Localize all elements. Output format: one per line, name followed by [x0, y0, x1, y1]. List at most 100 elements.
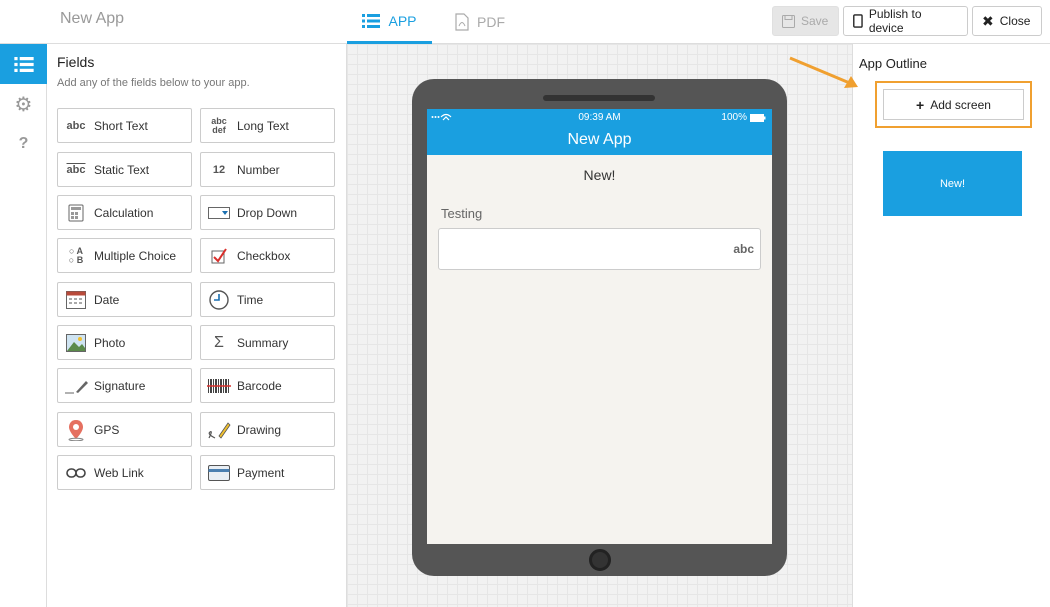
field-drop-down[interactable]: Drop Down — [200, 195, 335, 230]
fields-title: Fields — [57, 54, 95, 70]
field-label: Drawing — [237, 422, 282, 437]
screen-card-label: New! — [939, 177, 966, 190]
credit-card-icon — [201, 464, 237, 481]
tablet-screen: 09:39 AM 100% New App New! Testing abc — [427, 109, 772, 544]
tab-pdf-label: PDF — [477, 14, 505, 30]
battery-icon — [750, 113, 766, 122]
field-photo[interactable]: Photo — [57, 325, 192, 360]
checkbox-icon — [201, 247, 237, 264]
save-label: Save — [801, 14, 829, 28]
field-time[interactable]: Time — [200, 282, 335, 317]
battery-percent: 100% — [721, 112, 747, 123]
calendar-icon — [58, 290, 94, 309]
left-rail: ⚙ ? — [0, 44, 47, 607]
field-web-link[interactable]: Web Link — [57, 455, 192, 490]
field-label: Static Text — [94, 162, 150, 177]
abc-icon: abc — [66, 119, 86, 132]
field-short-text[interactable]: abc Short Text — [57, 108, 192, 143]
field-label: Barcode — [237, 378, 282, 393]
gear-icon: ⚙ — [14, 93, 33, 116]
preview-screen-heading[interactable]: New! — [427, 167, 772, 183]
static-text-icon: abc — [66, 163, 86, 176]
field-multiple-choice[interactable]: ○ A ○ B Multiple Choice — [57, 238, 192, 273]
plus-icon: + — [916, 96, 925, 113]
status-time: 09:39 AM — [578, 112, 621, 123]
pdf-icon — [455, 13, 469, 31]
field-drawing[interactable]: Drawing — [200, 412, 335, 447]
question-icon: ? — [18, 135, 29, 152]
field-label: Time — [237, 292, 264, 307]
fields-subtitle: Add any of the fields below to your app. — [57, 77, 250, 89]
close-icon: ✖ — [982, 12, 994, 29]
close-button[interactable]: ✖ Close — [972, 6, 1042, 36]
field-label: GPS — [94, 422, 120, 437]
tablet-speaker — [543, 95, 655, 101]
field-label: Signature — [94, 378, 146, 393]
rail-item-fields[interactable] — [0, 44, 47, 84]
dropdown-icon — [201, 206, 237, 219]
list-icon — [13, 56, 34, 72]
fields-panel: Fields Add any of the fields below to yo… — [47, 44, 347, 607]
field-calculation[interactable]: Calculation — [57, 195, 192, 230]
preview-field-label[interactable]: Testing — [441, 206, 772, 221]
field-label: Number — [237, 162, 280, 177]
list-icon — [362, 13, 381, 28]
field-summary[interactable]: Σ Summary — [200, 325, 335, 360]
link-icon — [58, 467, 94, 478]
field-long-text[interactable]: abc def Long Text — [200, 108, 335, 143]
field-label: Date — [94, 292, 120, 307]
rail-item-settings[interactable]: ⚙ — [0, 84, 47, 124]
field-signature[interactable]: Signature — [57, 368, 192, 403]
field-static-text[interactable]: abc Static Text — [57, 152, 192, 187]
floppy-disk-icon — [782, 14, 795, 28]
save-button[interactable]: Save — [772, 6, 839, 36]
publish-to-device-button[interactable]: Publish to device — [843, 6, 968, 36]
photo-icon — [58, 333, 94, 352]
preview-text-field[interactable]: abc — [438, 228, 761, 270]
field-date[interactable]: Date — [57, 282, 192, 317]
field-number[interactable]: 12 Number — [200, 152, 335, 187]
abc-def-icon: abc def — [211, 115, 227, 135]
tab-pdf[interactable]: PDF — [440, 0, 520, 44]
add-screen-button[interactable]: + Add screen — [883, 89, 1024, 120]
field-label: Long Text — [237, 118, 289, 133]
field-barcode[interactable]: Barcode — [200, 368, 335, 403]
field-type-badge: abc — [733, 242, 754, 256]
field-checkbox[interactable]: Checkbox — [200, 238, 335, 273]
field-label: Calculation — [94, 205, 154, 220]
app-title: New App — [60, 10, 125, 27]
field-label: Short Text — [94, 118, 148, 133]
tablet-preview: 09:39 AM 100% New App New! Testing abc — [412, 79, 787, 576]
tablet-home-button — [589, 549, 611, 571]
field-label: Payment — [237, 465, 285, 480]
multiple-choice-icon: ○ A ○ B — [68, 245, 84, 265]
phone-icon — [853, 14, 863, 28]
tab-app[interactable]: APP — [347, 0, 432, 44]
field-label: Web Link — [94, 465, 144, 480]
close-label: Close — [999, 14, 1031, 28]
sigma-icon: Σ — [214, 333, 224, 351]
field-label: Photo — [94, 335, 126, 350]
field-label: Summary — [237, 335, 289, 350]
pencil-icon — [201, 420, 237, 440]
clock-icon — [201, 289, 237, 310]
add-screen-highlight: + Add screen — [875, 81, 1032, 128]
barcode-icon — [201, 378, 237, 394]
design-canvas: 09:39 AM 100% New App New! Testing abc — [347, 44, 853, 607]
publish-label: Publish to device — [868, 7, 922, 35]
status-bar: 09:39 AM 100% — [427, 109, 772, 127]
field-label: Multiple Choice — [94, 248, 177, 263]
field-payment[interactable]: Payment — [200, 455, 335, 490]
app-outline-panel: App Outline + Add screen New! — [853, 44, 1050, 607]
field-label: Checkbox — [237, 248, 291, 263]
outline-screen-card[interactable]: New! — [883, 151, 1022, 216]
outline-title: App Outline — [859, 56, 927, 71]
map-pin-icon — [58, 419, 94, 441]
signature-icon — [58, 378, 94, 394]
top-bar: New App APP PDF Save Publish to device ✖… — [0, 0, 1050, 44]
rail-item-help[interactable]: ? — [0, 124, 47, 164]
tab-app-label: APP — [388, 12, 417, 29]
field-gps[interactable]: GPS — [57, 412, 192, 447]
preview-nav-title: New App — [427, 127, 772, 155]
annotation-arrow-icon — [789, 56, 858, 88]
